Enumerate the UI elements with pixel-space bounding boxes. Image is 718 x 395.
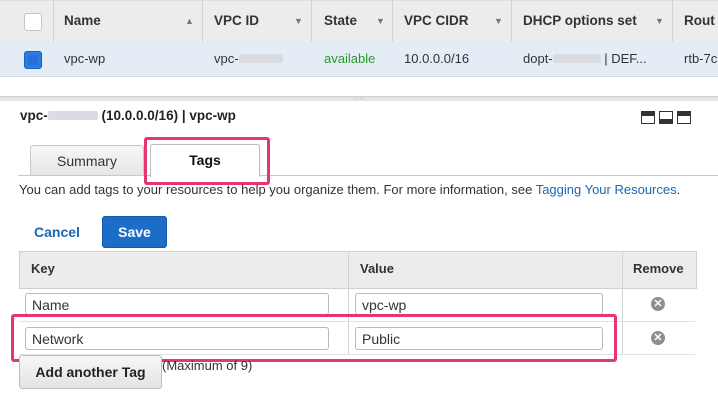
add-tag-button[interactable]: Add another Tag	[19, 355, 162, 389]
select-all-checkbox[interactable]	[24, 13, 42, 31]
save-button[interactable]: Save	[102, 216, 167, 248]
row-dhcp: dopt- | DEF...	[523, 51, 647, 66]
pane-minimize-icon[interactable]	[641, 111, 655, 124]
cancel-link[interactable]: Cancel	[34, 224, 80, 240]
tag-key-input[interactable]: Name	[25, 293, 329, 315]
col-remove: Remove	[633, 261, 684, 276]
col-route-table[interactable]: Rout	[684, 0, 715, 42]
col-dhcp[interactable]: DHCP options set	[523, 0, 637, 42]
highlight-box	[144, 137, 270, 185]
row-cidr: 10.0.0.0/16	[404, 51, 470, 66]
pane-split-icon[interactable]	[659, 111, 673, 124]
tags-info-text: You can add tags to your resources to he…	[19, 182, 681, 197]
row-checkbox[interactable]	[24, 51, 42, 69]
chevron-down-icon[interactable]: ▼	[294, 0, 303, 42]
row-state: available	[324, 51, 376, 66]
pane-maximize-icon[interactable]	[677, 111, 691, 124]
redacted-id	[47, 110, 98, 120]
col-vpc-cidr[interactable]: VPC CIDR	[404, 0, 469, 42]
tab-divider	[18, 175, 718, 176]
col-vpc-id[interactable]: VPC ID	[214, 0, 259, 42]
row-vpc-id: vpc-	[214, 42, 283, 76]
remove-icon[interactable]: ✕	[651, 331, 665, 345]
drag-handle-icon[interactable]: ....	[354, 94, 366, 101]
vpc-grid: Name ▲ VPC ID ▼ State ▼ VPC CIDR ▼ DHCP …	[0, 0, 718, 77]
redacted-id	[238, 54, 283, 64]
chevron-down-icon[interactable]: ▼	[655, 0, 664, 42]
detail-title: vpc- (10.0.0.0/16) | vpc-wp	[20, 108, 236, 123]
row-name: vpc-wp	[64, 51, 106, 66]
col-name[interactable]: Name	[64, 0, 101, 42]
max-tags-note: (Maximum of 9)	[162, 358, 253, 373]
remove-icon[interactable]: ✕	[651, 297, 665, 311]
row-route: rtb-7c	[684, 51, 718, 66]
redacted-id	[552, 54, 601, 64]
col-key: Key	[31, 261, 55, 276]
sort-asc-icon[interactable]: ▲	[185, 0, 194, 42]
chevron-down-icon[interactable]: ▼	[376, 0, 385, 42]
col-state[interactable]: State	[324, 0, 357, 42]
pane-layout-controls	[641, 111, 695, 127]
tab-summary[interactable]: Summary	[30, 145, 144, 176]
chevron-down-icon[interactable]: ▼	[494, 0, 503, 42]
tag-value-input[interactable]: vpc-wp	[355, 293, 603, 315]
tag-table-header	[19, 251, 697, 289]
tagging-resources-link[interactable]: Tagging Your Resources	[536, 182, 677, 197]
col-value: Value	[360, 261, 394, 276]
